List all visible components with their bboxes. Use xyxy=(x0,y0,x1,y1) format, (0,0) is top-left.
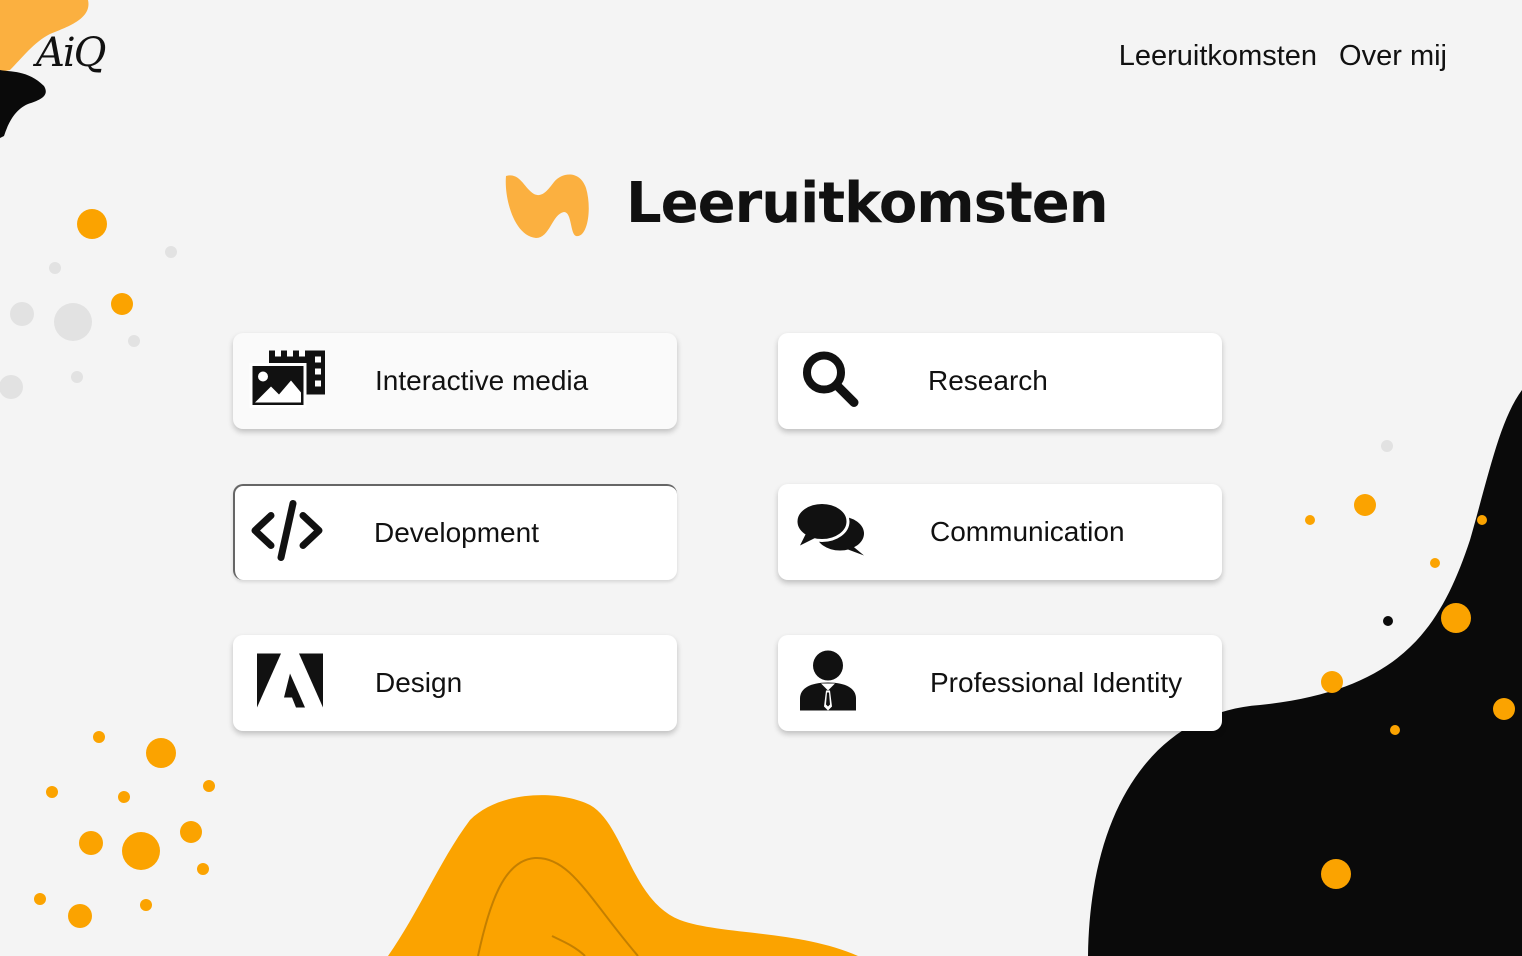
page-title: Leeruitkomsten xyxy=(626,170,1109,236)
orange-dots-right xyxy=(1305,494,1515,889)
card-label: Professional Identity xyxy=(930,667,1183,698)
nav-link-leeruitkomsten[interactable]: Leeruitkomsten xyxy=(1119,40,1317,73)
chat-bubbles-icon xyxy=(794,500,868,565)
adobe-icon xyxy=(257,653,323,713)
card-label: Communication xyxy=(930,516,1125,547)
nav-link-over-mij[interactable]: Over mij xyxy=(1339,40,1447,73)
site-logo[interactable]: AiQ xyxy=(36,30,106,76)
orange-dots-bottom-left xyxy=(34,731,215,928)
code-icon xyxy=(249,500,325,567)
background-decoration xyxy=(0,0,1522,956)
top-left-black-blob xyxy=(0,70,46,138)
top-nav: Leeruitkomsten Over mij xyxy=(1119,40,1447,73)
card-label: Development xyxy=(374,517,539,548)
user-tie-icon xyxy=(800,650,856,716)
heading-blob-icon xyxy=(505,174,589,238)
bottom-orange-blob xyxy=(388,795,858,956)
page-heading: Leeruitkomsten xyxy=(500,168,1109,238)
orange-dots-left-top xyxy=(77,209,133,315)
card-label: Design xyxy=(375,667,463,698)
card-research[interactable]: Research xyxy=(778,333,1222,429)
card-label: Interactive media xyxy=(375,365,589,396)
card-interactive-media[interactable]: Interactive media xyxy=(233,333,677,429)
bottom-blob-line xyxy=(477,856,639,956)
card-professional-identity[interactable]: Professional Identity xyxy=(778,635,1222,731)
media-gallery-icon xyxy=(249,349,327,414)
card-design[interactable]: Design xyxy=(233,635,677,731)
card-communication[interactable]: Communication xyxy=(778,484,1222,580)
card-development[interactable]: Development xyxy=(233,484,677,580)
card-label: Research xyxy=(928,365,1048,396)
search-icon xyxy=(800,349,860,414)
